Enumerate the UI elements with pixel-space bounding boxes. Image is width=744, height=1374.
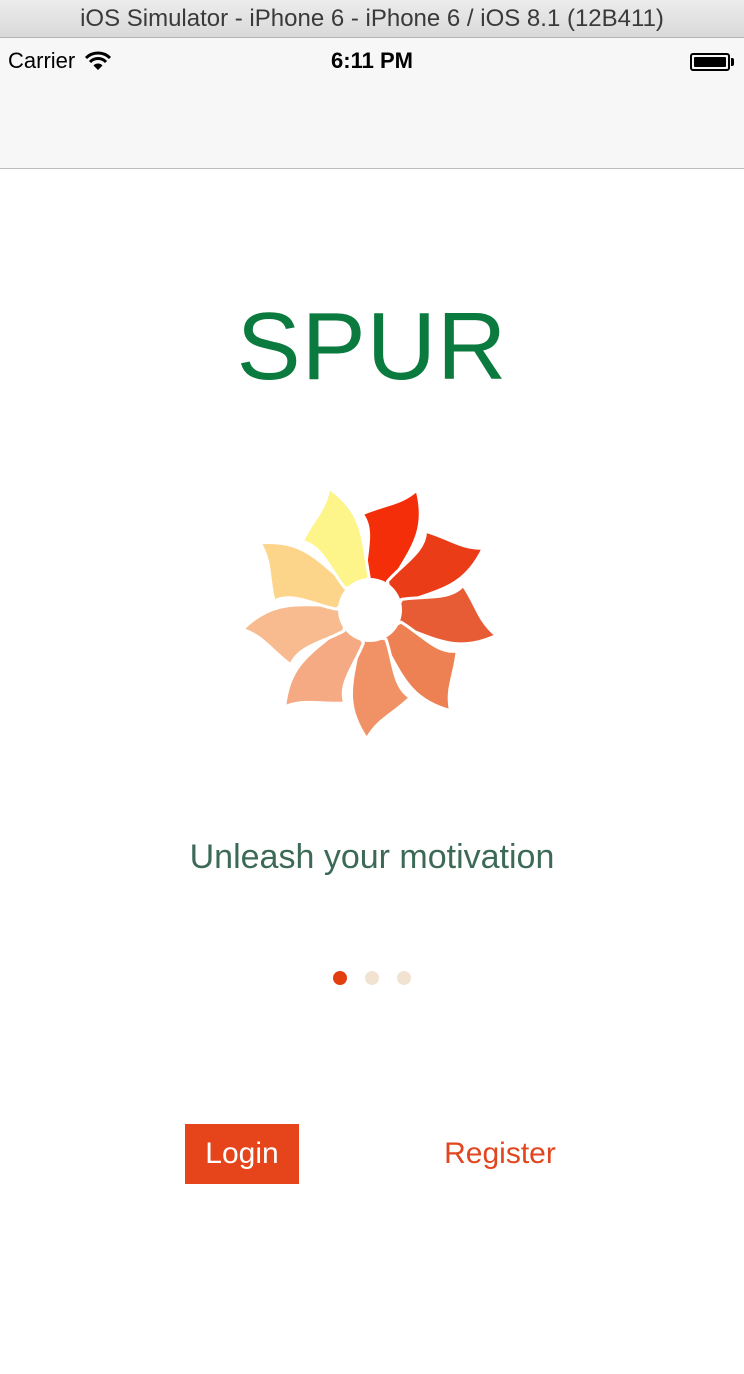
login-button[interactable]: Login <box>185 1124 299 1184</box>
status-time: 6:11 PM <box>331 48 413 73</box>
tagline: Unleash your motivation <box>189 838 555 876</box>
pinwheel-logo-icon <box>239 485 500 742</box>
page-indicator[interactable] <box>0 971 744 985</box>
window-title: iOS Simulator - iPhone 6 - iPhone 6 / iO… <box>80 5 664 32</box>
app-title: SPUR <box>236 293 508 400</box>
navigation-bar: Carrier 6:11 PM <box>0 38 744 169</box>
page-dot-1[interactable] <box>333 971 347 985</box>
page-dot-2[interactable] <box>365 971 379 985</box>
battery-full-icon <box>690 53 734 71</box>
page-dot-3[interactable] <box>397 971 411 985</box>
register-button[interactable]: Register <box>430 1124 570 1184</box>
simulator-title-bar: iOS Simulator - iPhone 6 - iPhone 6 / iO… <box>0 0 744 38</box>
